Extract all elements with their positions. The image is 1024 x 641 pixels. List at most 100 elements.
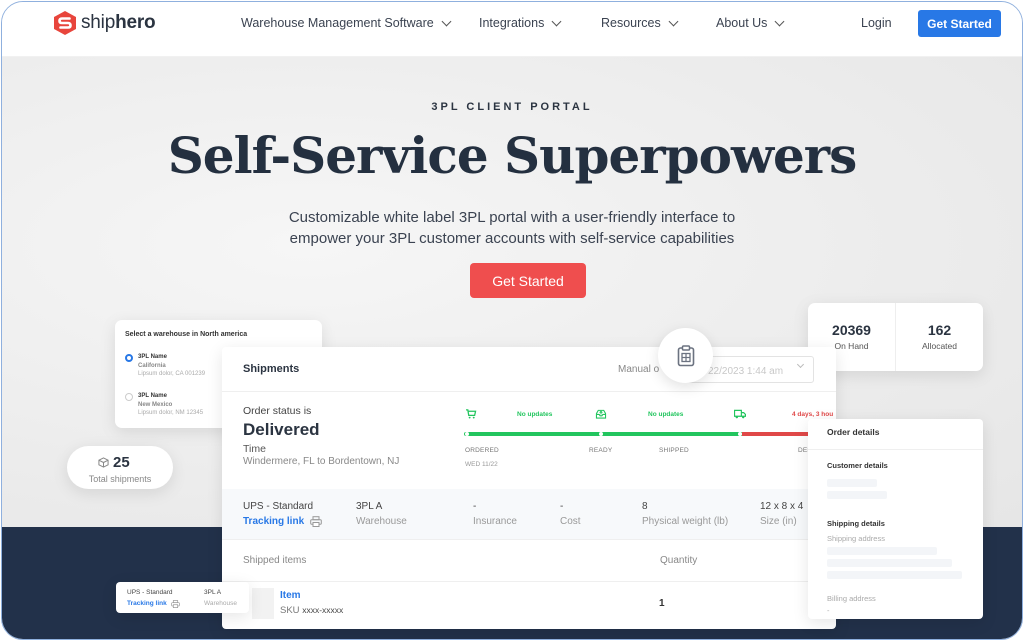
shipments-panel: Shipments Manual o 22/2023 1:44 am Order… bbox=[222, 347, 836, 629]
stage-ready: READY bbox=[589, 447, 613, 454]
carrier-service: UPS - Standard bbox=[243, 501, 314, 512]
warehouse-select-title: Select a warehouse in North america bbox=[125, 331, 248, 338]
allocated-label: Allocated bbox=[922, 341, 957, 351]
insurance-label: Insurance bbox=[473, 516, 517, 527]
cost-label: Cost bbox=[560, 516, 581, 527]
printer-icon[interactable] bbox=[171, 600, 180, 608]
allocated-stat: 162 Allocated bbox=[896, 303, 983, 371]
warehouse-address: Lipsum dolor, CA 001239 bbox=[138, 371, 206, 377]
blurred-placeholder bbox=[827, 479, 877, 487]
mini-warehouse-label: Warehouse bbox=[204, 600, 237, 607]
box-icon bbox=[98, 457, 109, 468]
total-shipments-card: 25 Total shipments bbox=[67, 446, 173, 489]
total-shipments-value: 25 bbox=[113, 454, 130, 471]
warehouse-option[interactable]: 3PL Name California Lipsum dolor, CA 001… bbox=[125, 353, 205, 379]
warehouse-option[interactable]: 3PL Name New Mexico Lipsum dolor, NM 123… bbox=[125, 392, 203, 418]
shipments-title: Shipments bbox=[243, 363, 300, 375]
radio-selected-icon[interactable] bbox=[125, 354, 133, 362]
chevron-down-icon bbox=[551, 16, 562, 26]
printer-icon[interactable] bbox=[310, 516, 322, 527]
size-cell: 12 x 8 x 4 Size (in) bbox=[760, 501, 803, 527]
warehouse-name: 3PL Name bbox=[138, 354, 167, 360]
billing-address-value: - bbox=[827, 606, 830, 615]
customer-details-heading: Customer details bbox=[827, 461, 888, 470]
on-hand-value: 20369 bbox=[832, 322, 871, 338]
mini-warehouse-value: 3PL A bbox=[204, 589, 222, 596]
login-link[interactable]: Login bbox=[861, 16, 892, 30]
item-name-link[interactable]: Item bbox=[280, 590, 301, 601]
hero-subtitle-line-2: empower your 3PL customer accounts with … bbox=[289, 230, 735, 247]
shiphero-logo[interactable]: shiphero bbox=[53, 10, 156, 36]
progress-dot-ordered bbox=[465, 432, 469, 436]
weight-label: Physical weight (lb) bbox=[642, 516, 729, 527]
item-quantity: 1 bbox=[659, 598, 665, 609]
page-frame: shiphero Warehouse Management Software I… bbox=[1, 1, 1023, 640]
carrier-cell: UPS - Standard Tracking link bbox=[243, 501, 322, 527]
date-select-value: 22/2023 1:44 am bbox=[708, 366, 784, 377]
hero-get-started-button[interactable]: Get Started bbox=[470, 263, 586, 298]
nav-item-warehouse-management-software[interactable]: Warehouse Management Software bbox=[241, 16, 452, 30]
divider bbox=[222, 581, 836, 582]
chevron-down-icon bbox=[796, 360, 805, 369]
blurred-placeholder bbox=[827, 571, 962, 579]
cost-cell: - Cost bbox=[560, 501, 581, 527]
nav-item-label: Warehouse Management Software bbox=[241, 16, 434, 30]
size-value: 12 x 8 x 4 bbox=[760, 501, 804, 512]
clipboard-icon bbox=[677, 344, 694, 366]
chevron-down-icon bbox=[774, 16, 785, 26]
billing-address-label: Billing address bbox=[827, 594, 876, 603]
progress-bar-late bbox=[742, 432, 816, 436]
sku-value: xxxx-xxxxx bbox=[302, 605, 344, 615]
weight-value: 8 bbox=[642, 501, 648, 512]
tracking-link[interactable]: Tracking link bbox=[243, 516, 304, 527]
chevron-down-icon bbox=[441, 16, 452, 26]
insurance-value: - bbox=[473, 501, 477, 512]
delivery-truck-icon bbox=[734, 409, 746, 419]
hero-title: Self-Service Superpowers bbox=[167, 126, 858, 185]
quantity-header: Quantity bbox=[660, 555, 698, 566]
total-shipments-label: Total shipments bbox=[88, 474, 152, 484]
divider bbox=[222, 391, 836, 392]
shiphero-logo-icon bbox=[54, 11, 76, 35]
manual-order-label: Manual o bbox=[618, 364, 660, 375]
top-navbar: shiphero Warehouse Management Software I… bbox=[2, 2, 1022, 56]
hero-subtitle-line-1: Customizable white label 3PL portal with… bbox=[288, 209, 736, 226]
warehouse-name: 3PL Name bbox=[138, 393, 167, 399]
blurred-placeholder bbox=[827, 547, 937, 555]
nav-item-resources[interactable]: Resources bbox=[601, 16, 679, 30]
progress-dot-shipped bbox=[738, 432, 742, 436]
shipping-address-label: Shipping address bbox=[827, 534, 885, 543]
nav-item-integrations[interactable]: Integrations bbox=[479, 16, 562, 30]
weight-cell: 8 Physical weight (lb) bbox=[642, 501, 728, 527]
shipped-items-header: Shipped items bbox=[243, 555, 307, 566]
ready-update-text: No updates bbox=[648, 411, 684, 418]
brand-name-bold: hero bbox=[115, 12, 156, 33]
hero-eyebrow: 3PL CLIENT PORTAL bbox=[431, 101, 593, 113]
blurred-placeholder bbox=[827, 559, 952, 567]
warehouse-cell: 3PL A Warehouse bbox=[356, 501, 407, 527]
chevron-down-icon bbox=[668, 16, 679, 26]
warehouse-address: Lipsum dolor, NM 12345 bbox=[138, 410, 204, 416]
order-clipboard-button[interactable] bbox=[658, 328, 713, 383]
warehouse-state: New Mexico bbox=[138, 401, 173, 408]
radio-unselected-icon[interactable] bbox=[125, 393, 133, 401]
nav-item-about-us[interactable]: About Us bbox=[716, 16, 785, 30]
nav-get-started-button[interactable]: Get Started bbox=[918, 10, 1001, 37]
cart-icon bbox=[466, 409, 477, 419]
sku-label: SKU bbox=[280, 605, 300, 616]
mini-carrier-service: UPS - Standard bbox=[127, 589, 173, 596]
progress-bar-on-time bbox=[464, 432, 742, 436]
allocated-value: 162 bbox=[927, 322, 952, 338]
ordered-date: WED 11/22 bbox=[465, 461, 498, 468]
warehouse-value: 3PL A bbox=[356, 501, 383, 512]
mini-carrier-card: UPS - Standard Tracking link 3PL A Wareh… bbox=[116, 582, 249, 613]
cost-value: - bbox=[560, 501, 564, 512]
shipment-route: Windermere, FL to Bordentown, NJ bbox=[243, 456, 400, 467]
mini-tracking-link[interactable]: Tracking link bbox=[127, 600, 167, 608]
carrier-info-row: UPS - Standard Tracking link 3PL A Wareh… bbox=[222, 489, 836, 539]
size-label: Size (in) bbox=[760, 516, 797, 527]
brand-name: shiphero bbox=[81, 12, 156, 34]
nav-item-label: Resources bbox=[601, 16, 661, 30]
order-status-label: Order status is bbox=[243, 405, 312, 417]
nav-item-label: Integrations bbox=[479, 16, 545, 30]
